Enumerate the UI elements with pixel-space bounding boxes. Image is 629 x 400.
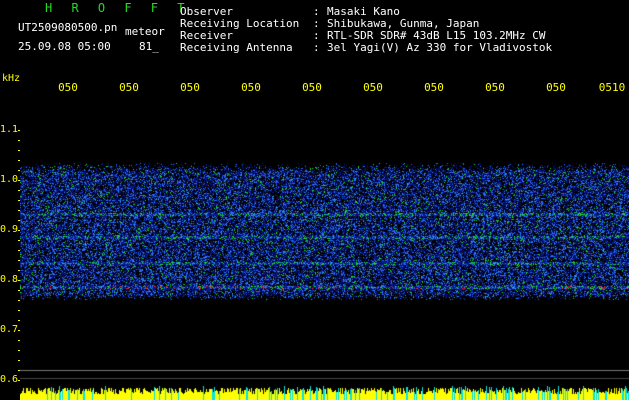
x-tick-label: 050 xyxy=(424,81,444,94)
y-axis-unit: kHz xyxy=(2,73,21,84)
info-row-antenna: Receiving Antenna : 3el Yagi(V) Az 330 f… xyxy=(180,41,552,54)
x-tick-label: 050 xyxy=(180,81,200,94)
meteor-count: 81_ xyxy=(139,40,159,53)
spectrogram-plot xyxy=(20,100,629,400)
file-type-label: meteor xyxy=(125,25,165,38)
x-tick-label: 0510 xyxy=(598,81,626,94)
x-tick-label: 050 xyxy=(58,81,78,94)
info-separator: : xyxy=(313,41,320,54)
brand-title: H R O F F T xyxy=(45,1,191,15)
x-tick-label: 050 xyxy=(241,81,261,94)
x-tick-label: 050 xyxy=(485,81,505,94)
y-tick-label: 0.9 xyxy=(0,224,19,235)
x-tick-label: 050 xyxy=(302,81,322,94)
x-tick-label: 050 xyxy=(546,81,566,94)
y-tick-label: 1.1 xyxy=(0,124,19,135)
y-tick-label: 0.6 xyxy=(0,374,19,385)
x-tick-label: 050 xyxy=(119,81,139,94)
y-tick-label: 0.7 xyxy=(0,324,19,335)
x-tick-label: 050 xyxy=(363,81,383,94)
info-label: Receiving Antenna xyxy=(180,41,293,54)
date-time: 25.09.08 05:00 xyxy=(18,40,111,53)
file-name: UT2509080500.pn xyxy=(18,21,118,34)
hrofft-spectrogram-window: H R O F F T UT2509080500.pn meteor 25.09… xyxy=(0,0,629,400)
y-tick-label: 1.0 xyxy=(0,174,19,185)
info-value: 3el Yagi(V) Az 330 for Vladivostok xyxy=(327,41,553,54)
y-tick-label: 0.8 xyxy=(0,274,19,285)
